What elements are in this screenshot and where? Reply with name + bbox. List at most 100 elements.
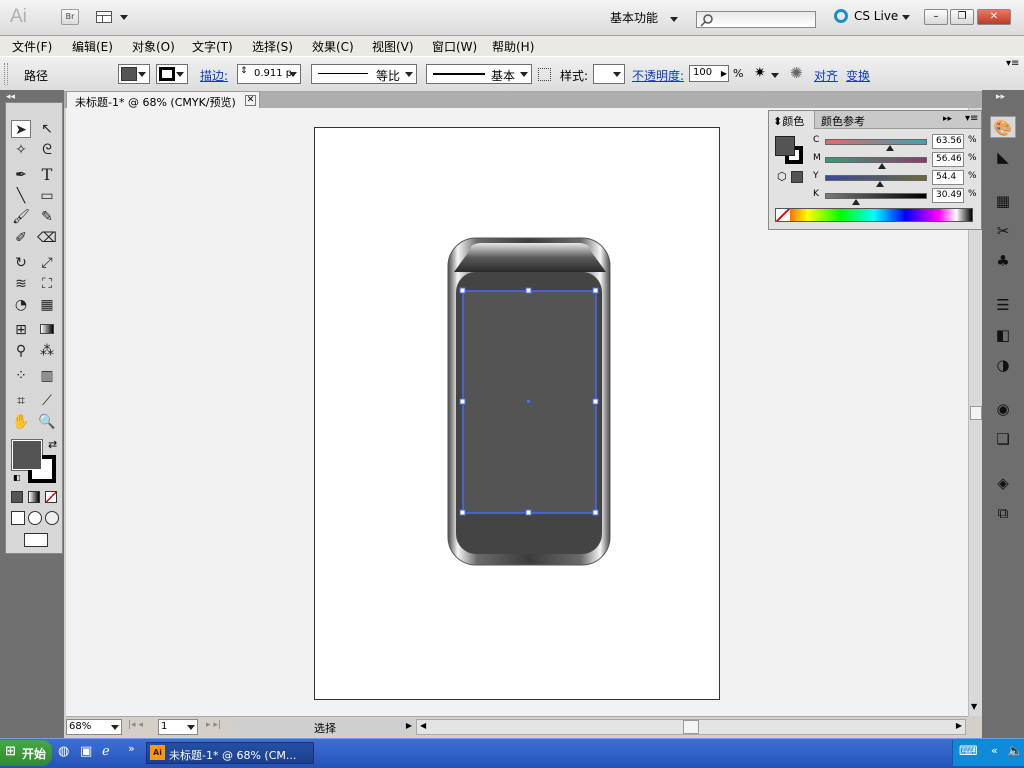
show-desktop-icon[interactable]: ▣ [80,744,92,759]
arrange-documents-button[interactable] [96,9,130,25]
scroll-down-icon[interactable]: ▼ [971,702,977,711]
draw-behind-button[interactable] [28,511,42,525]
menu-file[interactable]: 文件(F) [12,38,52,55]
phone-artwork[interactable] [440,230,620,575]
opacity-link[interactable]: 不透明度: [632,67,684,84]
keyboard-icon[interactable]: ⌨ [959,744,978,759]
draw-normal-button[interactable] [11,511,25,525]
blob-brush-tool[interactable]: ✐ [11,229,31,247]
rotate-tool[interactable]: ↻ [11,254,31,272]
symbol-sprayer-tool[interactable]: ⁘ [11,367,31,385]
recolor-artwork-icon[interactable]: ✷ [754,65,766,81]
screen-mode-button[interactable] [24,533,48,547]
selection-tool[interactable]: ➤ [11,120,31,138]
fill-swatch-dropdown[interactable] [118,64,150,84]
taskbar-illustrator-item[interactable]: Ai 未标题-1* @ 68% (CM... [146,742,314,764]
collapse-panels-icon[interactable]: ◂◂ [6,92,15,102]
ie-quicklaunch-icon[interactable]: ℯ [102,744,110,759]
brush-dropdown[interactable]: 基本 [426,64,532,84]
color-mode-button[interactable] [11,491,23,503]
stepper-icon[interactable]: ⇕ [240,66,248,76]
transform-link[interactable]: 变换 [846,67,870,84]
mesh-tool[interactable]: ⊞ [11,321,31,339]
color-spectrum[interactable] [775,208,973,222]
magic-wand-tool[interactable]: ✧ [11,141,31,159]
hand-tool[interactable]: ✋ [11,413,31,431]
gradient-mode-button[interactable] [28,491,40,503]
swatches-icon[interactable]: ▦ [990,190,1016,212]
warp-tool[interactable]: ≋ [11,275,31,293]
menu-select[interactable]: 选择(S) [252,38,293,55]
tab-color[interactable]: ⬍颜色 [769,111,815,129]
transparency-icon[interactable]: ◑ [990,354,1016,376]
menu-object[interactable]: 对象(O) [132,38,175,55]
tray-expand-icon[interactable]: « [991,744,998,757]
menu-help[interactable]: 帮助(H) [492,38,534,55]
scale-tool[interactable]: ⤢ [37,254,57,272]
expand-panel-icon[interactable]: ▸▸ [943,114,952,124]
cyan-slider[interactable] [825,139,927,145]
magenta-slider-thumb[interactable] [878,163,886,169]
blend-tool[interactable]: ⁂ [37,342,57,360]
chrome-quicklaunch-icon[interactable]: ◍ [58,744,69,759]
slice-tool[interactable]: ⟋ [37,392,57,410]
minimize-button[interactable]: – [924,9,948,25]
pencil-tool[interactable]: ✎ [37,208,57,226]
line-segment-tool[interactable]: ╲ [11,187,31,205]
close-button[interactable]: ✕ [977,9,1011,25]
rectangle-tool[interactable]: ▭ [37,187,57,205]
menu-view[interactable]: 视图(V) [372,38,414,55]
shape-builder-tool[interactable]: ◔ [11,296,31,314]
black-value-input[interactable]: 30.49 [932,188,964,203]
black-slider[interactable] [825,193,927,199]
eraser-tool[interactable]: ⌫ [37,229,57,247]
perspective-grid-tool[interactable]: ▦ [37,296,57,314]
menu-effect[interactable]: 效果(C) [312,38,354,55]
close-tab-icon[interactable]: ✕ [245,95,256,106]
bridge-button[interactable]: Br [61,9,79,25]
graphic-styles-icon[interactable]: ❏ [990,428,1016,450]
cs-live-button[interactable]: CS Live [834,9,911,23]
menu-edit[interactable]: 编辑(E) [72,38,113,55]
zoom-dropdown[interactable]: 68% [66,719,122,735]
artboards-icon[interactable]: ⧉ [990,502,1016,524]
start-button[interactable]: ⊞ 开始 [0,740,52,766]
symbols-icon[interactable]: ♣ [990,250,1016,272]
magenta-slider[interactable] [825,157,927,163]
first-artboard-icon[interactable]: |◂ ◂ [128,720,143,730]
opacity-input[interactable]: 100 ▶ [689,65,729,82]
type-tool[interactable]: T [37,166,57,184]
more-quicklaunch-icon[interactable]: » [128,742,135,755]
document-setup-icon[interactable]: ✺ [790,64,803,82]
grip-handle[interactable] [4,63,8,85]
menu-type[interactable]: 文字(T) [192,38,233,55]
lasso-tool[interactable]: ᘓ [37,141,57,159]
menu-window[interactable]: 窗口(W) [432,38,477,55]
column-graph-tool[interactable]: ▥ [37,367,57,385]
paintbrush-tool[interactable]: 🖌 [11,208,31,226]
default-fill-stroke-icon[interactable]: ◧ [13,473,21,482]
cyan-value-input[interactable]: 63.56 [932,134,964,149]
stroke-swatch-dropdown[interactable] [156,64,188,84]
appearance-icon[interactable]: ◉ [990,398,1016,420]
stroke-weight-field[interactable]: ⇕ 0.911 p [237,64,301,84]
chevron-down-icon[interactable] [771,67,779,81]
zoom-tool[interactable]: 🔍 [37,413,57,431]
horizontal-scrollbar[interactable]: ◀ ▶ [416,719,966,735]
color-panel-icon[interactable]: 🎨 [990,116,1016,138]
cyan-slider-thumb[interactable] [886,145,894,151]
eyedropper-tool[interactable]: ⚲ [11,342,31,360]
swap-fill-stroke-icon[interactable]: ⇄ [48,438,57,451]
graphic-style-dropdown[interactable] [593,64,625,84]
artboard-number-field[interactable]: 1 [158,719,198,735]
workspace-switcher[interactable]: 基本功能 [610,9,678,26]
tab-color-guide[interactable]: 颜色参考 [821,113,865,129]
last-artboard-icon[interactable]: ▸ ▸| [206,720,221,730]
status-display[interactable]: 选择 ▶ [234,719,414,735]
gradient-icon[interactable]: ◧ [990,324,1016,346]
panel-menu-icon[interactable]: ▾≡ [1006,58,1019,69]
scrollbar-thumb[interactable] [970,406,982,420]
none-mode-button[interactable] [45,491,57,503]
direct-selection-tool[interactable]: ↖ [37,120,57,138]
artboard-tool[interactable]: ⌗ [11,392,31,410]
